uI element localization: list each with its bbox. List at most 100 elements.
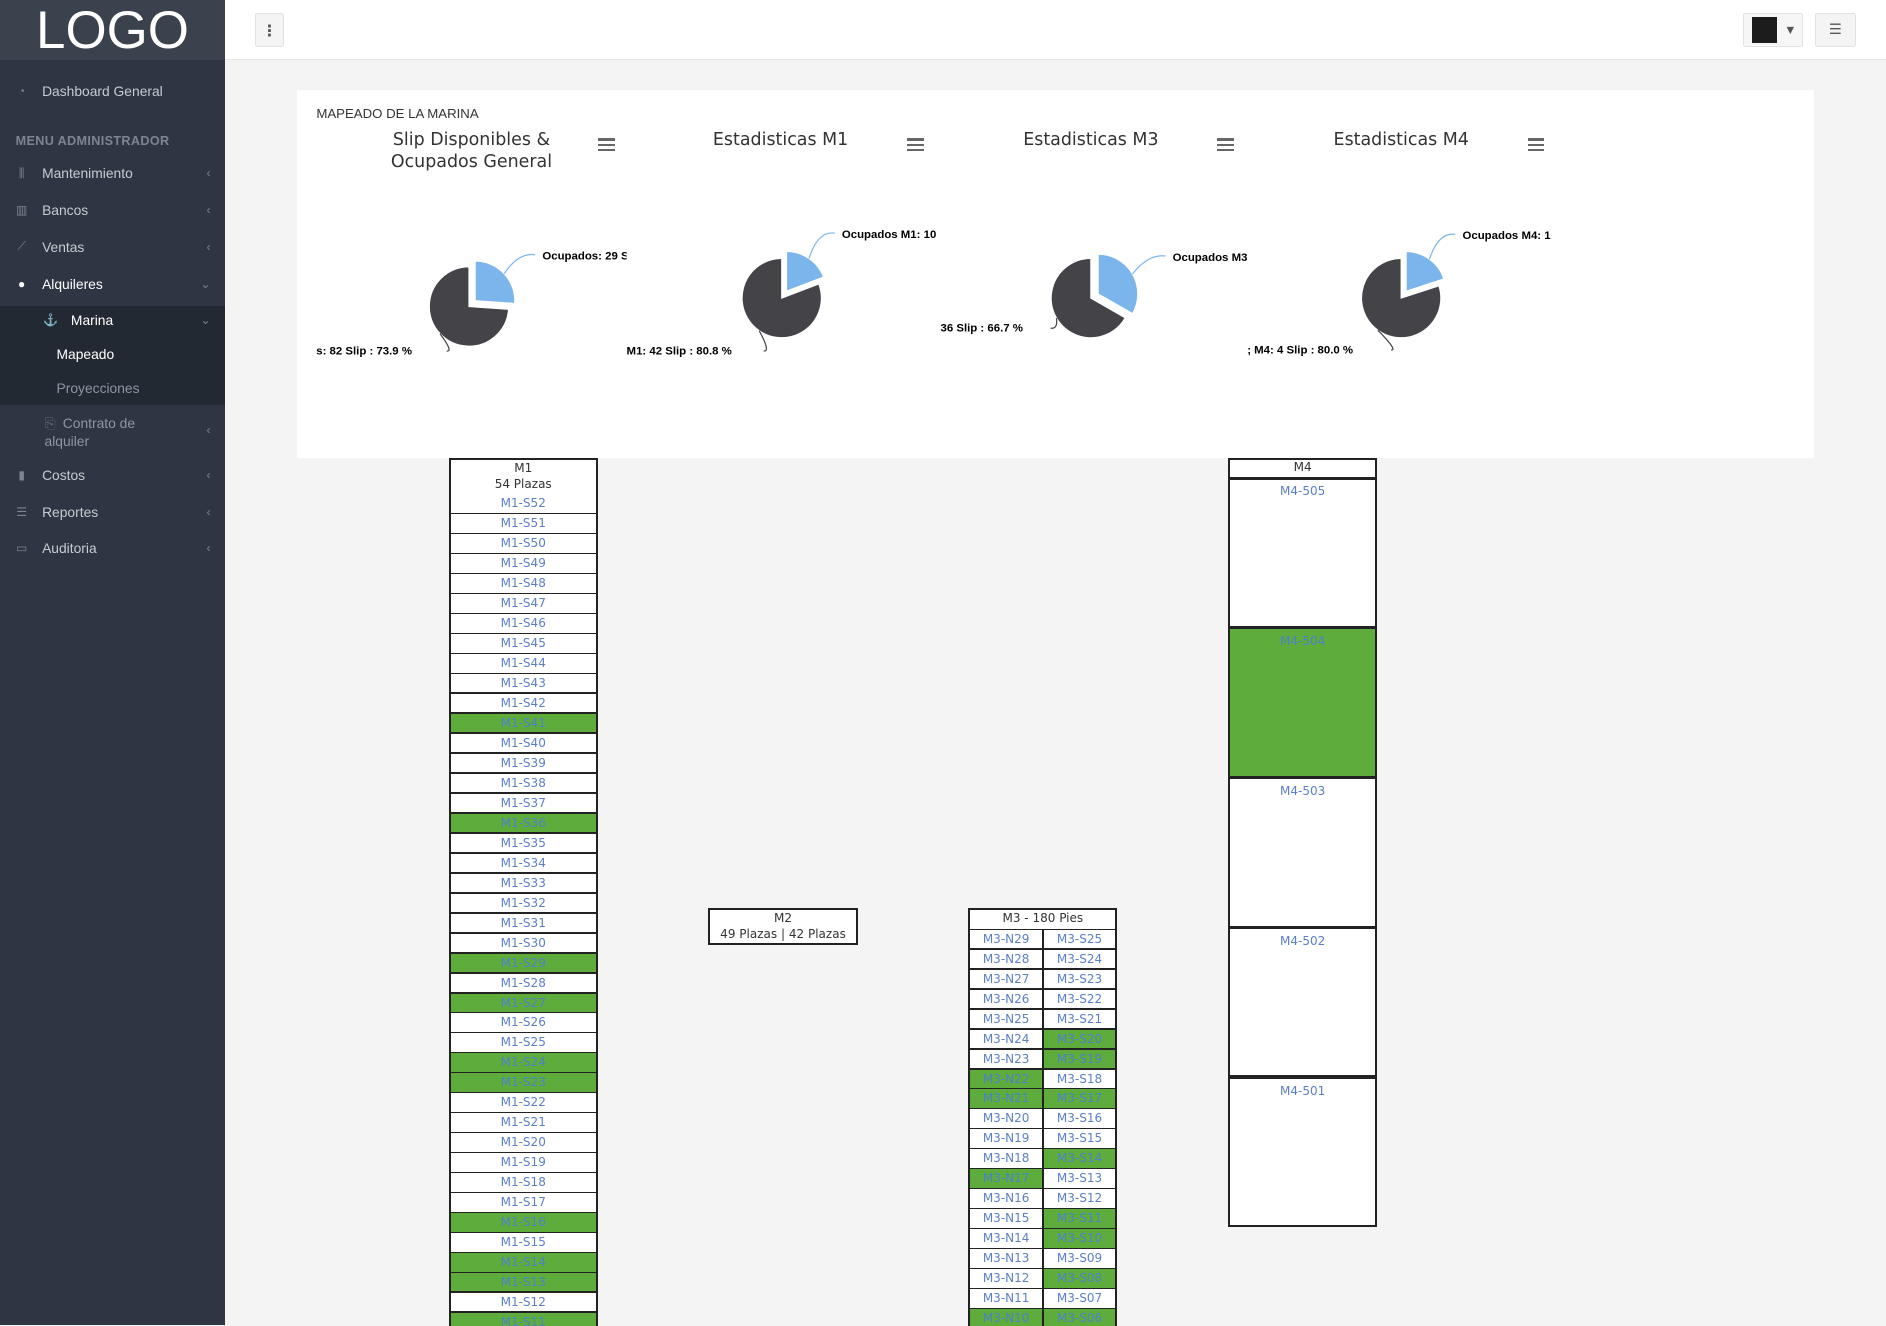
slip-cell[interactable]: M1-S34 [448,853,598,875]
slip-cell[interactable]: M3-N26 [968,989,1045,1011]
slip-cell[interactable]: M3-N19 [968,1129,1045,1150]
slip-cell[interactable]: M3-N29 [968,929,1045,951]
slip-cell[interactable]: M3-S09 [1041,1249,1118,1270]
slip-cell[interactable]: M3-N27 [968,969,1045,991]
settings-panel-button[interactable]: ☰ [1815,13,1856,47]
sidebar-item-reportes[interactable]: ☰ Reportes ‹ [0,498,225,527]
slip-cell[interactable]: M1-S19 [448,1153,598,1174]
pie-slice-occupied[interactable] [1097,253,1139,315]
slip-cell[interactable]: M1-S47 [448,594,598,615]
slip-cell[interactable]: M3-N23 [968,1049,1045,1070]
slip-cell[interactable]: M1-S13 [448,1273,598,1294]
slip-cell[interactable]: M1-S20 [448,1133,598,1154]
slip-cell[interactable]: M1-S22 [448,1093,598,1114]
slip-cell[interactable]: M3-S15 [1041,1129,1118,1150]
sidebar-item-mantenimiento[interactable]: ⫼ Mantenimiento ‹ [0,159,225,188]
slip-cell[interactable]: M1-S27 [448,993,598,1014]
slip-cell[interactable]: M1-S14 [448,1253,598,1274]
slip-cell[interactable]: M1-S43 [448,674,598,695]
slip-cell[interactable]: M3-N12 [968,1269,1045,1290]
slip-cell[interactable]: M3-N14 [968,1229,1045,1250]
slip-cell[interactable]: M1-S40 [448,733,598,755]
slip-cell[interactable]: M1-S52 [448,494,598,515]
sidebar-toggle-button[interactable]: ⋮ [254,13,284,47]
slip-cell[interactable]: M3-N25 [968,1009,1045,1031]
sidebar-item-mapeado[interactable]: Mapeado [57,346,115,362]
slip-cell[interactable]: M3-S25 [1041,929,1118,951]
slip-cell[interactable]: M1-S18 [448,1173,598,1194]
slip-cell[interactable]: M3-N17 [968,1169,1045,1190]
sidebar-item-alquileres[interactable]: ● Alquileres ⌄ [0,269,225,298]
slip-cell[interactable]: M4-505 [1228,477,1378,628]
slip-cell[interactable]: M3-S07 [1041,1289,1118,1310]
sidebar-item-auditoria[interactable]: ▭ Auditoria ‹ [0,534,225,563]
slip-cell[interactable]: M1-S25 [448,1033,598,1054]
slip-cell[interactable]: M3-S16 [1041,1109,1118,1130]
slip-cell[interactable]: M1-S42 [448,694,598,715]
slip-cell[interactable]: M1-S16 [448,1213,598,1234]
slip-cell[interactable]: M4-502 [1228,927,1378,1078]
slip-cell[interactable]: M3-N24 [968,1029,1045,1051]
slip-cell[interactable]: M3-S14 [1041,1149,1118,1170]
slip-cell[interactable]: M1-S38 [448,773,598,795]
slip-cell[interactable]: M3-N15 [968,1209,1045,1230]
slip-cell[interactable]: M3-N20 [968,1109,1045,1130]
slip-cell[interactable]: M1-S23 [448,1073,598,1094]
slip-cell[interactable]: M1-S51 [448,514,598,535]
slip-cell[interactable]: M3-N13 [968,1249,1045,1270]
slip-cell[interactable]: M1-S45 [448,634,598,655]
slip-cell[interactable]: M1-S33 [448,873,598,895]
slip-cell[interactable]: M1-S48 [448,574,598,595]
slip-cell[interactable]: M3-N16 [968,1189,1045,1210]
slip-cell[interactable]: M1-S12 [448,1293,598,1314]
slip-cell[interactable]: M1-S26 [448,1013,598,1034]
slip-cell[interactable]: M3-S20 [1041,1029,1118,1051]
slip-cell[interactable]: M1-S49 [448,554,598,575]
slip-cell[interactable]: M1-S28 [448,973,598,994]
sidebar-item-ventas[interactable]: ⟋ Ventas ‹ [0,232,225,261]
slip-cell[interactable]: M1-S46 [448,614,598,635]
slip-cell[interactable]: M3-N18 [968,1149,1045,1170]
slip-cell[interactable]: M3-S18 [1041,1069,1118,1090]
slip-cell[interactable]: M3-S22 [1041,989,1118,1011]
slip-cell[interactable]: M3-N11 [968,1289,1045,1310]
slip-cell[interactable]: M3-S23 [1041,969,1118,991]
slip-cell[interactable]: M1-S39 [448,753,598,775]
slip-cell[interactable]: M1-S30 [448,933,598,955]
sidebar-item-bancos[interactable]: ▥ Bancos ‹ [0,196,225,225]
slip-cell[interactable]: M1-S21 [448,1113,598,1134]
app-logo[interactable]: LOGO [0,0,225,61]
slip-cell[interactable]: M3-S08 [1041,1269,1118,1290]
slip-cell[interactable]: M1-S17 [448,1193,598,1214]
pie-slice-occupied[interactable] [1405,251,1445,293]
slip-cell[interactable]: M3-S11 [1041,1209,1118,1230]
slip-cell[interactable]: M3-S17 [1041,1089,1118,1110]
slip-cell[interactable]: M3-S06 [1041,1309,1118,1326]
slip-cell[interactable]: M3-S19 [1041,1049,1118,1070]
slip-cell[interactable]: M1-S29 [448,953,598,975]
sidebar-item-dashboard[interactable]: ◔ Dashboard General [0,77,225,106]
slip-cell[interactable]: M1-S15 [448,1233,598,1254]
slip-cell[interactable]: M3-S24 [1041,949,1118,971]
slip-cell[interactable]: M1-S32 [448,893,598,915]
slip-cell[interactable]: M1-S36 [448,813,598,835]
slip-cell[interactable]: M1-S31 [448,913,598,935]
slip-cell[interactable]: M3-S13 [1041,1169,1118,1190]
slip-cell[interactable]: M1-S37 [448,793,598,815]
sidebar-item-marina[interactable]: ⚓ Marina ⌄ [29,306,225,335]
slip-cell[interactable]: M4-504 [1228,627,1378,778]
slip-cell[interactable]: M4-503 [1228,777,1378,928]
slip-cell[interactable]: M4-501 [1228,1076,1378,1228]
slip-cell[interactable]: M3-N28 [968,949,1045,971]
user-menu-button[interactable]: ▼ [1742,13,1803,47]
sidebar-item-contrato[interactable]: ⎘ Contrato de alquiler ‹ [45,414,225,450]
slip-cell[interactable]: M1-S11 [448,1312,598,1326]
slip-cell[interactable]: M1-S44 [448,654,598,675]
slip-cell[interactable]: M3-N10 [968,1309,1045,1326]
slip-cell[interactable]: M3-S10 [1041,1229,1118,1250]
slip-cell[interactable]: M1-S35 [448,833,598,855]
slip-cell[interactable]: M3-S12 [1041,1189,1118,1210]
sidebar-item-costos[interactable]: ▮ Costos ‹ [0,461,225,490]
slip-cell[interactable]: M1-S24 [448,1053,598,1074]
slip-cell[interactable]: M3-N21 [968,1089,1045,1110]
